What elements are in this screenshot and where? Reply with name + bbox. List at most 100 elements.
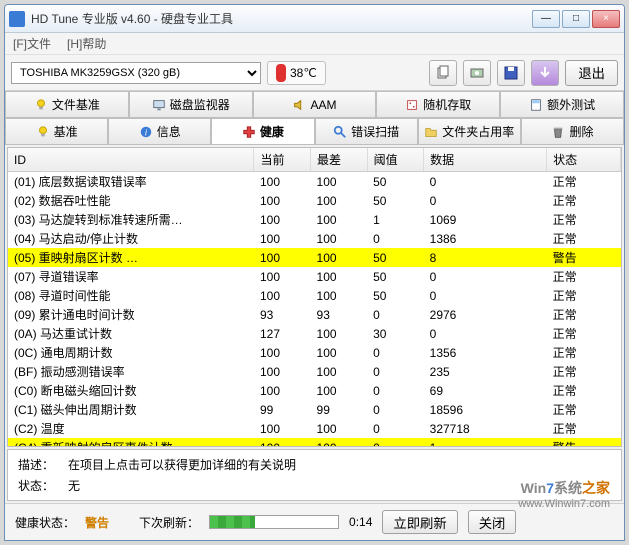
cell-status: 正常 <box>547 286 621 305</box>
screenshot-button[interactable] <box>463 60 491 86</box>
cell-id: (C0) 断电磁头缩回计数 <box>8 381 254 400</box>
cell-thr: 1 <box>367 210 424 229</box>
cell-id: (03) 马达旋转到标准转速所需… <box>8 210 254 229</box>
tab-monitor[interactable]: 磁盘监视器 <box>129 91 253 117</box>
tab-cross[interactable]: 健康 <box>211 118 314 144</box>
col-id[interactable]: ID <box>8 148 254 172</box>
cell-worst: 100 <box>311 210 368 229</box>
cell-cur: 100 <box>254 438 311 447</box>
table-row[interactable]: (C0) 断电磁头缩回计数100100069正常 <box>8 381 621 400</box>
col-threshold[interactable]: 阈值 <box>367 148 424 172</box>
cell-status: 警告 <box>547 438 621 447</box>
tab-label: 文件基准 <box>52 96 100 113</box>
cell-status: 正常 <box>547 191 621 210</box>
cell-status: 正常 <box>547 229 621 248</box>
cell-thr: 0 <box>367 419 424 438</box>
cell-thr: 50 <box>367 267 424 286</box>
cell-status: 正常 <box>547 362 621 381</box>
refresh-now-button[interactable]: 立即刷新 <box>382 510 457 534</box>
cell-thr: 0 <box>367 362 424 381</box>
tab-label: AAM <box>310 98 336 112</box>
cell-thr: 0 <box>367 400 424 419</box>
table-row[interactable]: (01) 底层数据读取错误率100100500正常 <box>8 172 621 192</box>
tab-calc[interactable]: 额外测试 <box>500 91 624 117</box>
health-table-wrap[interactable]: ID 当前 最差 阈值 数据 状态 (01) 底层数据读取错误率10010050… <box>7 147 622 447</box>
table-row[interactable]: (0A) 马达重试计数127100300正常 <box>8 324 621 343</box>
cell-worst: 100 <box>311 381 368 400</box>
cell-thr: 30 <box>367 324 424 343</box>
thermometer-icon <box>276 64 286 82</box>
tab-bulb[interactable]: 文件基准 <box>5 91 129 117</box>
table-row[interactable]: (05) 重映射扇区计数 …100100508警告 <box>8 248 621 267</box>
exit-button[interactable]: 退出 <box>565 60 618 86</box>
cell-data: 235 <box>424 362 547 381</box>
col-current[interactable]: 当前 <box>254 148 311 172</box>
cell-data: 1386 <box>424 229 547 248</box>
tab-bulb[interactable]: 基准 <box>5 118 108 144</box>
tab-info[interactable]: i信息 <box>108 118 211 144</box>
cell-id: (C1) 磁头伸出周期计数 <box>8 400 254 419</box>
table-row[interactable]: (C2) 温度1001000327718正常 <box>8 419 621 438</box>
speaker-icon <box>292 98 306 112</box>
temperature-value: 38℃ <box>290 66 317 80</box>
tab-dice[interactable]: 随机存取 <box>376 91 500 117</box>
temperature-display: 38℃ <box>267 61 326 85</box>
cell-worst: 99 <box>311 400 368 419</box>
table-row[interactable]: (07) 寻道错误率100100500正常 <box>8 267 621 286</box>
desc-text: 在项目上点击可以获得更加详细的有关说明 <box>68 456 611 473</box>
monitor-icon <box>152 98 166 112</box>
cell-data: 0 <box>424 286 547 305</box>
refresh-time: 0:14 <box>349 515 372 529</box>
table-row[interactable]: (08) 寻道时间性能100100500正常 <box>8 286 621 305</box>
cell-cur: 100 <box>254 248 311 267</box>
cell-cur: 100 <box>254 419 311 438</box>
close-panel-button[interactable]: 关闭 <box>468 510 517 534</box>
drive-select[interactable]: TOSHIBA MK3259GSX (320 gB) <box>11 62 261 84</box>
table-row[interactable]: (02) 数据吞吐性能100100500正常 <box>8 191 621 210</box>
dice-icon <box>405 98 419 112</box>
table-row[interactable]: (03) 马达旋转到标准转速所需…10010011069正常 <box>8 210 621 229</box>
download-button[interactable] <box>531 60 559 86</box>
table-row[interactable]: (09) 累计通电时间计数939302976正常 <box>8 305 621 324</box>
table-row[interactable]: (BF) 振动感测错误率1001000235正常 <box>8 362 621 381</box>
col-worst[interactable]: 最差 <box>311 148 368 172</box>
health-status-value: 警告 <box>85 514 109 531</box>
tab-folder[interactable]: 文件夹占用率 <box>418 118 521 144</box>
cell-cur: 100 <box>254 210 311 229</box>
close-button[interactable]: × <box>592 10 620 28</box>
tab-row-bottom: 基准i信息健康错误扫描 文件夹占用率删除 <box>5 118 624 145</box>
cell-cur: 100 <box>254 362 311 381</box>
table-row[interactable]: (04) 马达启动/停止计数10010001386正常 <box>8 229 621 248</box>
cross-icon <box>242 125 256 139</box>
tab-label: 文件夹占用率 <box>442 123 514 140</box>
table-row[interactable]: (C1) 磁头伸出周期计数9999018596正常 <box>8 400 621 419</box>
copy-button[interactable] <box>429 60 457 86</box>
cell-id: (C2) 温度 <box>8 419 254 438</box>
tab-search[interactable]: 错误扫描 <box>315 118 418 144</box>
col-status[interactable]: 状态 <box>547 148 621 172</box>
cell-id: (02) 数据吞吐性能 <box>8 191 254 210</box>
titlebar: HD Tune 专业版 v4.60 - 硬盘专业工具 — □ × <box>5 5 624 33</box>
minimize-button[interactable]: — <box>532 10 560 28</box>
cell-worst: 100 <box>311 229 368 248</box>
table-row[interactable]: (C4) 重新映射的扇区事件计数…10010001警告 <box>8 438 621 447</box>
col-data[interactable]: 数据 <box>424 148 547 172</box>
cell-thr: 50 <box>367 191 424 210</box>
cell-cur: 127 <box>254 324 311 343</box>
save-button[interactable] <box>497 60 525 86</box>
cell-id: (BF) 振动感测错误率 <box>8 362 254 381</box>
cell-data: 1069 <box>424 210 547 229</box>
tab-trash[interactable]: 删除 <box>521 118 624 144</box>
cell-status: 正常 <box>547 267 621 286</box>
menu-help[interactable]: [H]帮助 <box>67 35 106 52</box>
cell-status: 正常 <box>547 419 621 438</box>
menu-file[interactable]: [F]文件 <box>13 35 51 52</box>
info-icon: i <box>139 125 153 139</box>
cell-id: (09) 累计通电时间计数 <box>8 305 254 324</box>
tab-row-top: 文件基准 磁盘监视器 AAM 随机存取 额外测试 <box>5 91 624 118</box>
table-row[interactable]: (0C) 通电周期计数10010001356正常 <box>8 343 621 362</box>
tab-speaker[interactable]: AAM <box>253 91 377 117</box>
cell-status: 正常 <box>547 324 621 343</box>
tab-label: 随机存取 <box>423 96 471 113</box>
maximize-button[interactable]: □ <box>562 10 590 28</box>
